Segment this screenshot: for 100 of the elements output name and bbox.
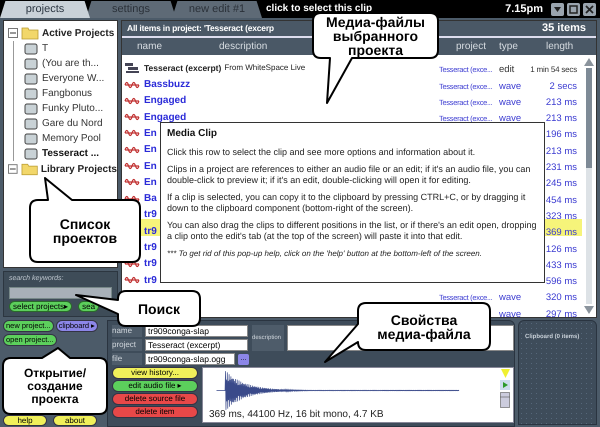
clip-length: 126 ms [546, 244, 577, 255]
clip-length: 213 ms [546, 146, 577, 157]
clip-name: Tesseract (excerpt) [144, 62, 222, 75]
clip-name: En [144, 160, 157, 174]
collapse-icon[interactable] [8, 164, 18, 174]
clip-length: 369 ms [546, 227, 577, 238]
column-header[interactable]: project [456, 41, 486, 52]
callout-text: Поиск [138, 302, 180, 316]
property-field[interactable]: Tesseract (excerpt) [145, 339, 248, 351]
callout-text: Медиа-файлы выбранного проекта [325, 14, 426, 56]
action-button[interactable]: delete source file [112, 393, 198, 405]
waveform-info: 369 ms, 44100 Hz, 16 bit mono, 4.7 KB [208, 408, 385, 422]
clip-length: 213 ms [546, 113, 577, 124]
tree-item[interactable]: (You are th... [42, 56, 99, 71]
clip-name: Ba [144, 192, 157, 206]
action-button[interactable]: edit audio file ▸ [112, 380, 198, 392]
project-icon [24, 148, 39, 160]
clip-type: wave [499, 292, 522, 304]
hint-text: click to select this clip [266, 2, 372, 15]
search-button[interactable]: select projects▸ [9, 300, 72, 312]
scroll-down-icon[interactable] [584, 306, 594, 314]
item-count: 35 items [542, 21, 586, 36]
clip-length: 2 secs [550, 80, 577, 92]
popup-paragraph: You can also drag the clips to different positions in the list, or if there's an edit open, dropping a clip onto the edit's tab (at the top of the screen) will paste it into that edit. [167, 220, 538, 242]
search-field[interactable] [9, 286, 112, 298]
clip-length: 323 ms [546, 210, 577, 222]
clip-type: wave [499, 308, 522, 320]
project-icon [24, 88, 39, 100]
clip-name: En [144, 176, 157, 190]
clip-length: 596 ms [546, 276, 577, 288]
project-icon [24, 118, 39, 130]
tree-folder[interactable]: Active Projects [42, 26, 114, 40]
property-field[interactable]: tr909conga-slap.ogg [145, 353, 235, 365]
clip-length: 320 ms [546, 292, 577, 304]
popup-paragraph: Clips in a project are references to either an audio file or an edit; if it's an audio file, you can double-click to preview it; if it's an edit, double-clicking will open it for editing. [167, 164, 532, 186]
clip-type: wave [499, 113, 522, 124]
column-header[interactable]: description [219, 41, 268, 52]
column-header[interactable]: name [137, 41, 162, 52]
close-icon[interactable] [583, 3, 596, 16]
tree-item[interactable]: Gare du Nord [42, 116, 103, 131]
maximize-icon[interactable] [567, 3, 580, 16]
tree-folder[interactable]: Library Projects [40, 162, 117, 176]
clip-name: tr9 [144, 208, 157, 222]
list-title: All items in project: 'Tesseract (excerp [127, 22, 274, 35]
scroll-handle-icon[interactable] [500, 392, 510, 408]
column-header[interactable]: length [546, 41, 574, 52]
column-header[interactable]: type [499, 41, 518, 52]
popup-paragraph: Click this row to select the clip and see more options and information about it. [167, 147, 476, 158]
property-field[interactable]: tr909conga-slap [145, 325, 248, 337]
clip-length: 213 ms [546, 96, 577, 108]
project-icon [24, 58, 39, 70]
collapse-icon[interactable] [8, 28, 18, 38]
clip-length: 196 ms [546, 129, 577, 140]
tree-item[interactable]: Tesseract ... [42, 146, 100, 161]
clip-length: 454 ms [546, 194, 577, 206]
footer-button[interactable]: help [3, 415, 47, 426]
clip-length: 231 ms [546, 162, 577, 174]
popup-title: Media Clip [167, 127, 218, 141]
project-icon [24, 72, 39, 84]
tab[interactable]: projects [0, 1, 90, 18]
action-button[interactable]: delete item [112, 406, 198, 418]
clip-type: wave [499, 80, 522, 92]
field-label: project [112, 339, 142, 351]
track-icon [124, 62, 140, 74]
tree-item[interactable]: Everyone W... [42, 71, 104, 86]
marker-icon[interactable] [500, 369, 510, 378]
callout-text: Свойства медиа-файла [376, 312, 472, 340]
clip-length: 433 ms [546, 260, 577, 271]
clock: 7.15pm [505, 2, 543, 17]
callout-text: Список проектов [52, 217, 118, 245]
clip-name: Bassbuzz [144, 78, 190, 92]
project-icon [24, 42, 39, 54]
project-icon [24, 132, 39, 144]
tree-item[interactable]: Memory Pool [42, 131, 101, 146]
folder-icon [20, 162, 38, 176]
project-icon [24, 102, 39, 114]
scroll-thumb[interactable] [586, 68, 592, 168]
minimize-icon[interactable] [551, 3, 564, 16]
tree-item[interactable]: Fangbonus [42, 86, 92, 101]
play-icon[interactable] [500, 380, 510, 390]
scroll-up-icon[interactable] [584, 58, 594, 66]
clip-name: tr9 [144, 224, 157, 239]
clip-name: tr9 [144, 241, 157, 256]
tree-item[interactable]: T [42, 41, 48, 56]
popup-paragraph: If a clip is selected, you can copy it to the clipboard by pressing CTRL+C, or by dragging it down to the clipboard component (bottom-right of the screen). [167, 192, 526, 214]
clip-name: tr9 [144, 274, 157, 288]
clip-name: En [144, 143, 157, 158]
clip-name: En [144, 126, 157, 141]
action-button[interactable]: view history... [112, 367, 198, 379]
clip-type: edit [499, 64, 514, 76]
popup-note: *** To get rid of this pop-up help, click on the 'help' button at the bottom-left of the screen. [167, 248, 483, 260]
clip-name: tr9 [144, 257, 157, 272]
folder-icon [21, 26, 39, 40]
clip-type: wave [499, 96, 522, 108]
clip-length: 245 ms [546, 178, 577, 190]
footer-button[interactable]: about [53, 415, 97, 426]
tree-item[interactable]: Funky Pluto... [42, 101, 104, 116]
clip-length: 1 min 54 secs [530, 65, 577, 74]
clip-name: Engaged [144, 110, 186, 125]
clip-name: Engaged [144, 94, 186, 108]
